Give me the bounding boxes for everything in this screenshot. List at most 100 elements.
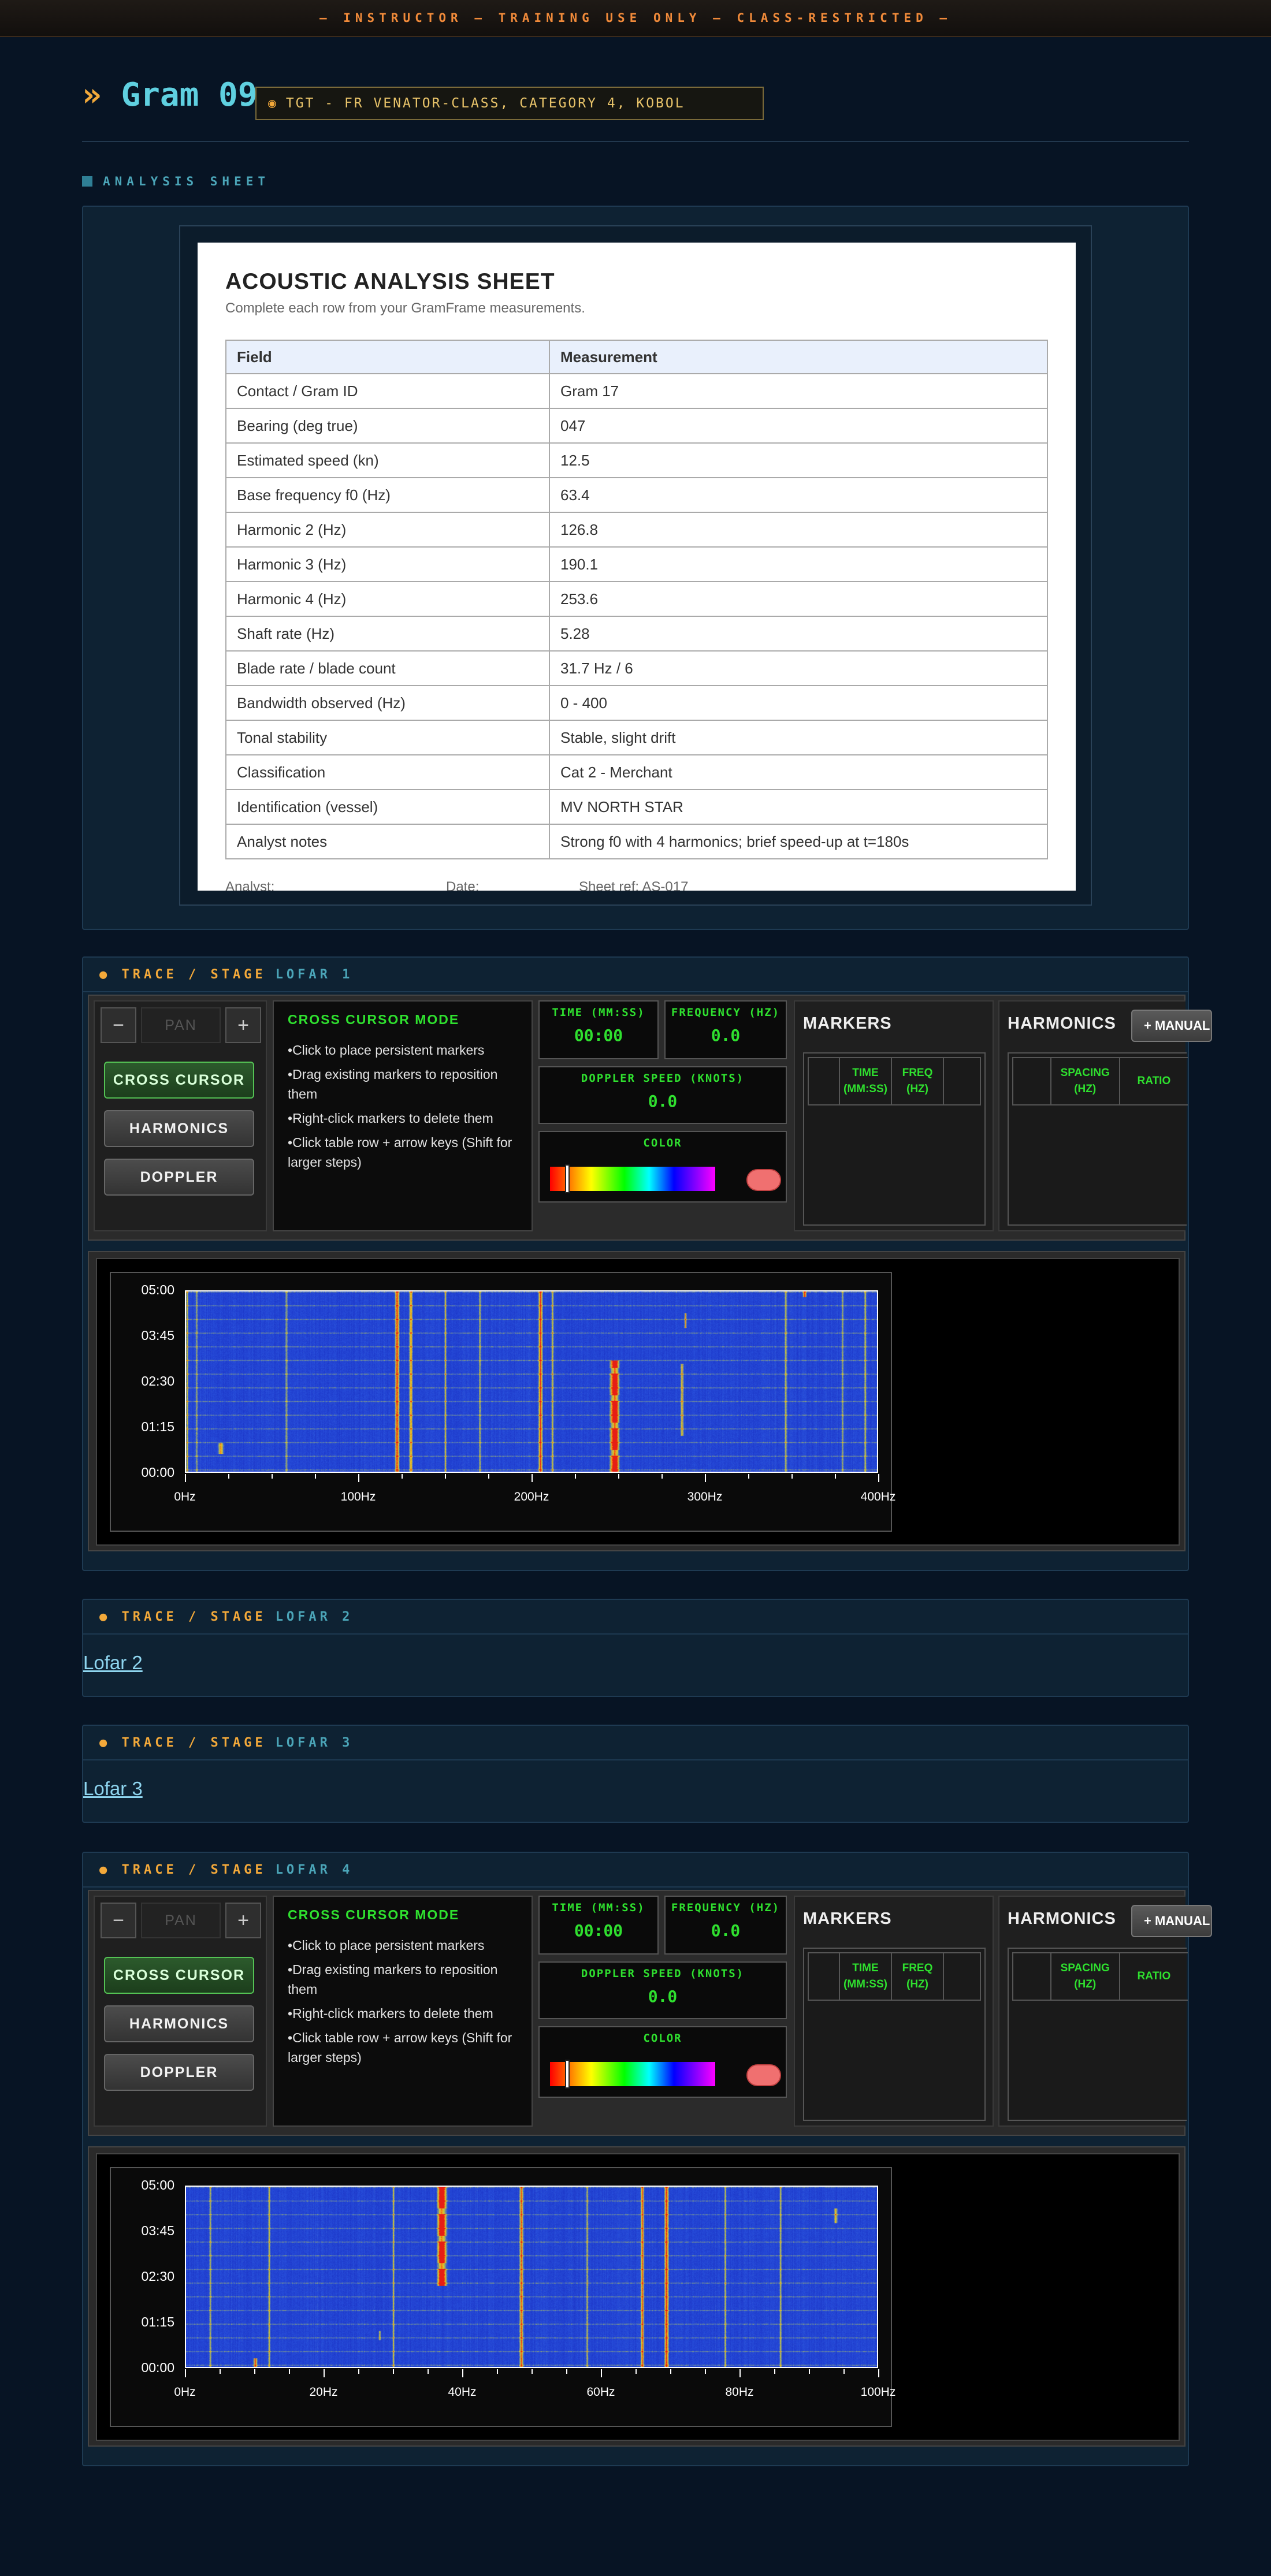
color-slider-handle[interactable] (565, 1164, 570, 1193)
cross-cursor-button[interactable]: CROSS CURSOR (104, 1957, 254, 1994)
zoom-out-button[interactable]: − (101, 1903, 136, 1938)
classification-banner: — INSTRUCTOR — TRAINING USE ONLY — CLASS… (0, 0, 1271, 37)
banner-text: — INSTRUCTOR — TRAINING USE ONLY — CLASS… (319, 11, 952, 25)
table-row: Harmonic 2 (Hz) 126.8 (225, 512, 1048, 548)
x-tick-label: 300Hz (687, 1490, 723, 1503)
x-tick-label: 0Hz (174, 2385, 196, 2399)
harmonics-panel: HARMONICS + MANUAL SPACING (HZ) RATIO (998, 1896, 1212, 2127)
x-tick-mark (705, 2369, 706, 2374)
stage-prefix: ● TRACE / STAGE (99, 1609, 266, 1624)
y-tick-label: 02:30 (141, 2269, 174, 2284)
gram-title-text: Gram 09 (121, 76, 258, 114)
harmonics-col-ratio: RATIO (1137, 1970, 1171, 1982)
zoom-out-button[interactable]: − (101, 1007, 136, 1043)
x-tick-label: 100Hz (860, 2385, 896, 2399)
sheet-title: ACOUSTIC ANALYSIS SHEET (225, 269, 555, 294)
gramframe-toolbar: − PAN + CROSS CURSOR HARMONICS DOPPLER C… (88, 1890, 1212, 2136)
table-row: Classification Cat 2 - Merchant (225, 754, 1048, 790)
harmonics-table: SPACING (HZ) RATIO (1008, 1052, 1188, 1226)
doppler-button[interactable]: DOPPLER (104, 2054, 254, 2091)
spectrogram-canvas[interactable] (185, 1290, 878, 1473)
doppler-readout: DOPPLER SPEED (KNOTS) 0.0 (538, 1066, 787, 1124)
color-picker: COLOR (538, 1131, 787, 1203)
y-tick-label: 01:15 (141, 2314, 174, 2329)
time-label: TIME (MM:SS) (552, 1901, 645, 1914)
table-header-field: Field (225, 340, 550, 374)
help-item: Click table row + arrow keys (Shift for … (288, 2028, 518, 2067)
harmonics-col-blank (1013, 1058, 1051, 1104)
color-swatch[interactable] (746, 2064, 781, 2086)
field-cell: Shaft rate (Hz) (225, 616, 550, 652)
markers-col-blank (809, 1058, 840, 1104)
y-tick-label: 03:45 (141, 2223, 174, 2238)
add-manual-harmonic-button[interactable]: + MANUAL (1131, 1905, 1212, 1937)
measurement-cell: 63.4 (549, 477, 1048, 513)
x-tick-mark (601, 2369, 602, 2377)
x-tick-mark (636, 2369, 637, 2374)
x-tick-label: 200Hz (514, 1490, 549, 1503)
markers-table-header: TIME (MM:SS) FREQ (HZ) (808, 1952, 981, 2001)
x-tick-mark (185, 1474, 186, 1482)
table-row: Harmonic 4 (Hz) 253.6 (225, 581, 1048, 617)
lofar-3-link[interactable]: Lofar 3 (83, 1778, 143, 1800)
x-tick-mark (445, 1474, 446, 1479)
doppler-label: DOPPLER SPEED (KNOTS) (581, 1072, 745, 1085)
stage-lofar-2: ● TRACE / STAGE LOFAR 2 Lofar 2 (82, 1599, 1189, 1697)
doppler-button[interactable]: DOPPLER (104, 1159, 254, 1196)
markers-col-blank (809, 1953, 840, 2000)
frequency-readout: FREQUENCY (HZ) 0.0 (664, 1000, 787, 1059)
harmonics-button[interactable]: HARMONICS (104, 1110, 254, 1147)
spectrogram-container: 05:00 03:45 02:30 01:15 00:00 0Hz 100Hz 200Hz 30… (96, 1258, 1180, 1546)
measurement-cell: Gram 17 (549, 373, 1048, 409)
harmonics-col-spacing: SPACING (HZ) (1051, 1058, 1120, 1104)
x-tick-mark (843, 2369, 845, 2374)
analysis-sheet[interactable]: ACOUSTIC ANALYSIS SHEET Complete each ro… (198, 243, 1076, 891)
pan-button[interactable]: PAN (141, 1903, 221, 1938)
doppler-value: 0.0 (648, 1987, 678, 2006)
lofar-2-link[interactable]: Lofar 2 (83, 1652, 143, 1674)
markers-col-time: TIME (MM:SS) (840, 1058, 892, 1104)
field-cell: Classification (225, 754, 550, 790)
x-tick-mark (809, 2369, 810, 2374)
x-tick-mark (705, 1474, 706, 1482)
y-tick-label: 02:30 (141, 1373, 174, 1388)
y-tick-label: 01:15 (141, 1419, 174, 1434)
measurement-cell: 126.8 (549, 512, 1048, 548)
x-tick-mark (324, 2369, 325, 2377)
color-scale-bar[interactable] (550, 1167, 715, 1191)
color-swatch[interactable] (746, 1169, 781, 1191)
pan-button[interactable]: PAN (141, 1007, 221, 1043)
zoom-in-button[interactable]: + (225, 1007, 261, 1043)
doppler-value: 0.0 (648, 1092, 678, 1111)
x-tick-mark (428, 2369, 429, 2374)
markers-col-actions (944, 1058, 980, 1104)
stage-header: ● TRACE / STAGE LOFAR 3 (83, 1726, 1188, 1760)
color-scale-bar[interactable] (550, 2062, 715, 2086)
markers-col-freq: FREQ (HZ) (892, 1058, 944, 1104)
field-cell: Analyst notes (225, 824, 550, 859)
harmonics-button[interactable]: HARMONICS (104, 2005, 254, 2042)
x-tick-mark (670, 2369, 671, 2374)
measurement-cell: Stable, slight drift (549, 720, 1048, 755)
color-slider-handle[interactable] (565, 2060, 570, 2089)
markers-table-header: TIME (MM:SS) FREQ (HZ) (808, 1057, 981, 1105)
spectrogram-canvas[interactable] (185, 2186, 878, 2368)
x-tick-label: 60Hz (586, 2385, 615, 2399)
markers-title: MARKERS (803, 1014, 892, 1033)
help-item: Click to place persistent markers (288, 1040, 518, 1060)
markers-title: MARKERS (803, 1909, 892, 1928)
add-manual-harmonic-button[interactable]: + MANUAL (1131, 1010, 1212, 1042)
stage-header: ● TRACE / STAGE LOFAR 1 (83, 958, 1188, 992)
field-cell: Harmonic 2 (Hz) (225, 512, 550, 548)
table-row: Base frequency f0 (Hz) 63.4 (225, 477, 1048, 513)
field-cell: Tonal stability (225, 720, 550, 755)
x-tick-label: 100Hz (340, 1490, 376, 1503)
stage-name: LOFAR 4 (275, 1862, 354, 1877)
zoom-in-button[interactable]: + (225, 1903, 261, 1938)
cross-cursor-button[interactable]: CROSS CURSOR (104, 1062, 254, 1099)
harmonics-col-ratio: RATIO (1137, 1075, 1171, 1087)
measurement-cell: 31.7 Hz / 6 (549, 650, 1048, 686)
table-row: Analyst notes Strong f0 with 4 harmonics;… (225, 824, 1048, 859)
x-tick-mark (462, 2369, 463, 2377)
x-tick-mark (272, 1474, 273, 1479)
